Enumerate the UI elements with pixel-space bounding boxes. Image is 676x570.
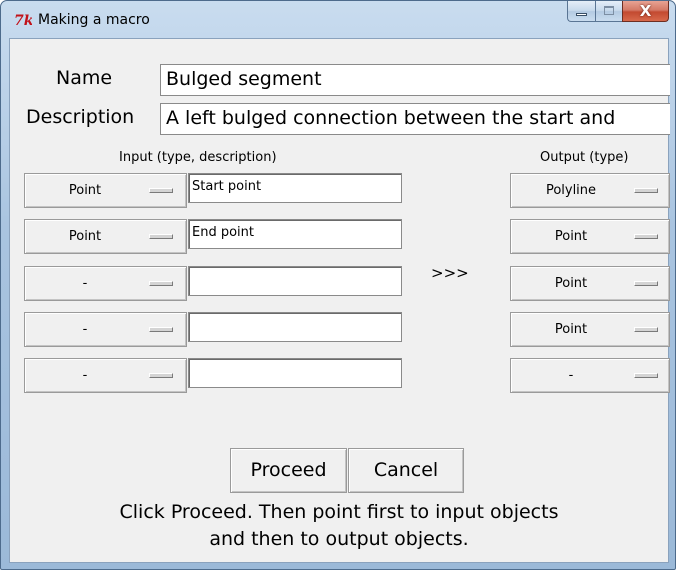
input-description-field[interactable] — [188, 312, 402, 342]
maximize-button[interactable] — [595, 1, 622, 22]
menu-indicator-icon — [634, 373, 658, 378]
menu-indicator-icon — [634, 188, 658, 193]
output-type-value: Point — [554, 276, 588, 291]
menu-indicator-icon — [149, 327, 173, 332]
description-field[interactable]: A left bulged connection between the sta… — [160, 103, 670, 135]
maximize-icon — [604, 6, 614, 15]
input-type-value: - — [82, 322, 88, 337]
input-description-field[interactable] — [188, 266, 402, 296]
menu-indicator-icon — [149, 373, 173, 378]
name-field[interactable]: Bulged segment — [160, 64, 670, 96]
output-type-menu[interactable]: Point — [510, 219, 670, 254]
input-type-value: Point — [68, 183, 102, 198]
svg-text:7k: 7k — [14, 13, 32, 27]
menu-indicator-icon — [149, 234, 173, 239]
instruction-text-line1: Click Proceed. Then point first to input… — [119, 501, 559, 523]
arrows-indicator: >>> — [431, 264, 469, 282]
close-icon: X — [639, 2, 652, 20]
input-header: Input (type, description) — [119, 150, 277, 165]
menu-indicator-icon — [634, 281, 658, 286]
minimize-icon — [576, 13, 587, 16]
caption-buttons: X — [567, 1, 669, 22]
dialog-window: 7k Making a macro X Name Bulged segment … — [0, 0, 676, 570]
title-bar[interactable]: 7k Making a macro X — [1, 1, 675, 37]
dialog-body: Name Bulged segment Description A left b… — [9, 38, 670, 563]
menu-indicator-icon — [149, 281, 173, 286]
instruction-text-line2: and then to output objects. — [209, 528, 469, 550]
output-type-value: - — [568, 368, 574, 383]
name-label: Name — [56, 67, 113, 89]
output-type-value: Point — [554, 229, 588, 244]
minimize-button[interactable] — [567, 1, 595, 22]
menu-indicator-icon — [634, 234, 658, 239]
menu-indicator-icon — [149, 188, 173, 193]
input-description-field[interactable]: Start point — [188, 173, 402, 203]
output-type-value: Point — [554, 322, 588, 337]
tk-feather-icon: 7k — [14, 13, 32, 27]
input-type-menu[interactable]: - — [24, 312, 187, 347]
output-type-value: Polyline — [545, 183, 597, 198]
input-type-value: - — [82, 276, 88, 291]
output-type-menu[interactable]: - — [510, 358, 670, 393]
input-type-menu[interactable]: Point — [24, 219, 187, 254]
description-label: Description — [26, 106, 135, 128]
proceed-button[interactable]: Proceed — [230, 448, 347, 493]
output-header: Output (type) — [540, 150, 629, 165]
input-type-menu[interactable]: - — [24, 358, 187, 393]
cancel-button[interactable]: Cancel — [348, 448, 464, 493]
output-type-menu[interactable]: Polyline — [510, 173, 670, 208]
input-type-menu[interactable]: - — [24, 266, 187, 301]
output-type-menu[interactable]: Point — [510, 266, 670, 301]
close-button[interactable]: X — [622, 1, 669, 22]
input-type-value: - — [82, 368, 88, 383]
input-description-field[interactable]: End point — [188, 219, 402, 249]
window-title: Making a macro — [38, 12, 150, 28]
output-type-menu[interactable]: Point — [510, 312, 670, 347]
menu-indicator-icon — [634, 327, 658, 332]
input-description-field[interactable] — [188, 358, 402, 388]
input-type-menu[interactable]: Point — [24, 173, 187, 208]
input-type-value: Point — [68, 229, 102, 244]
